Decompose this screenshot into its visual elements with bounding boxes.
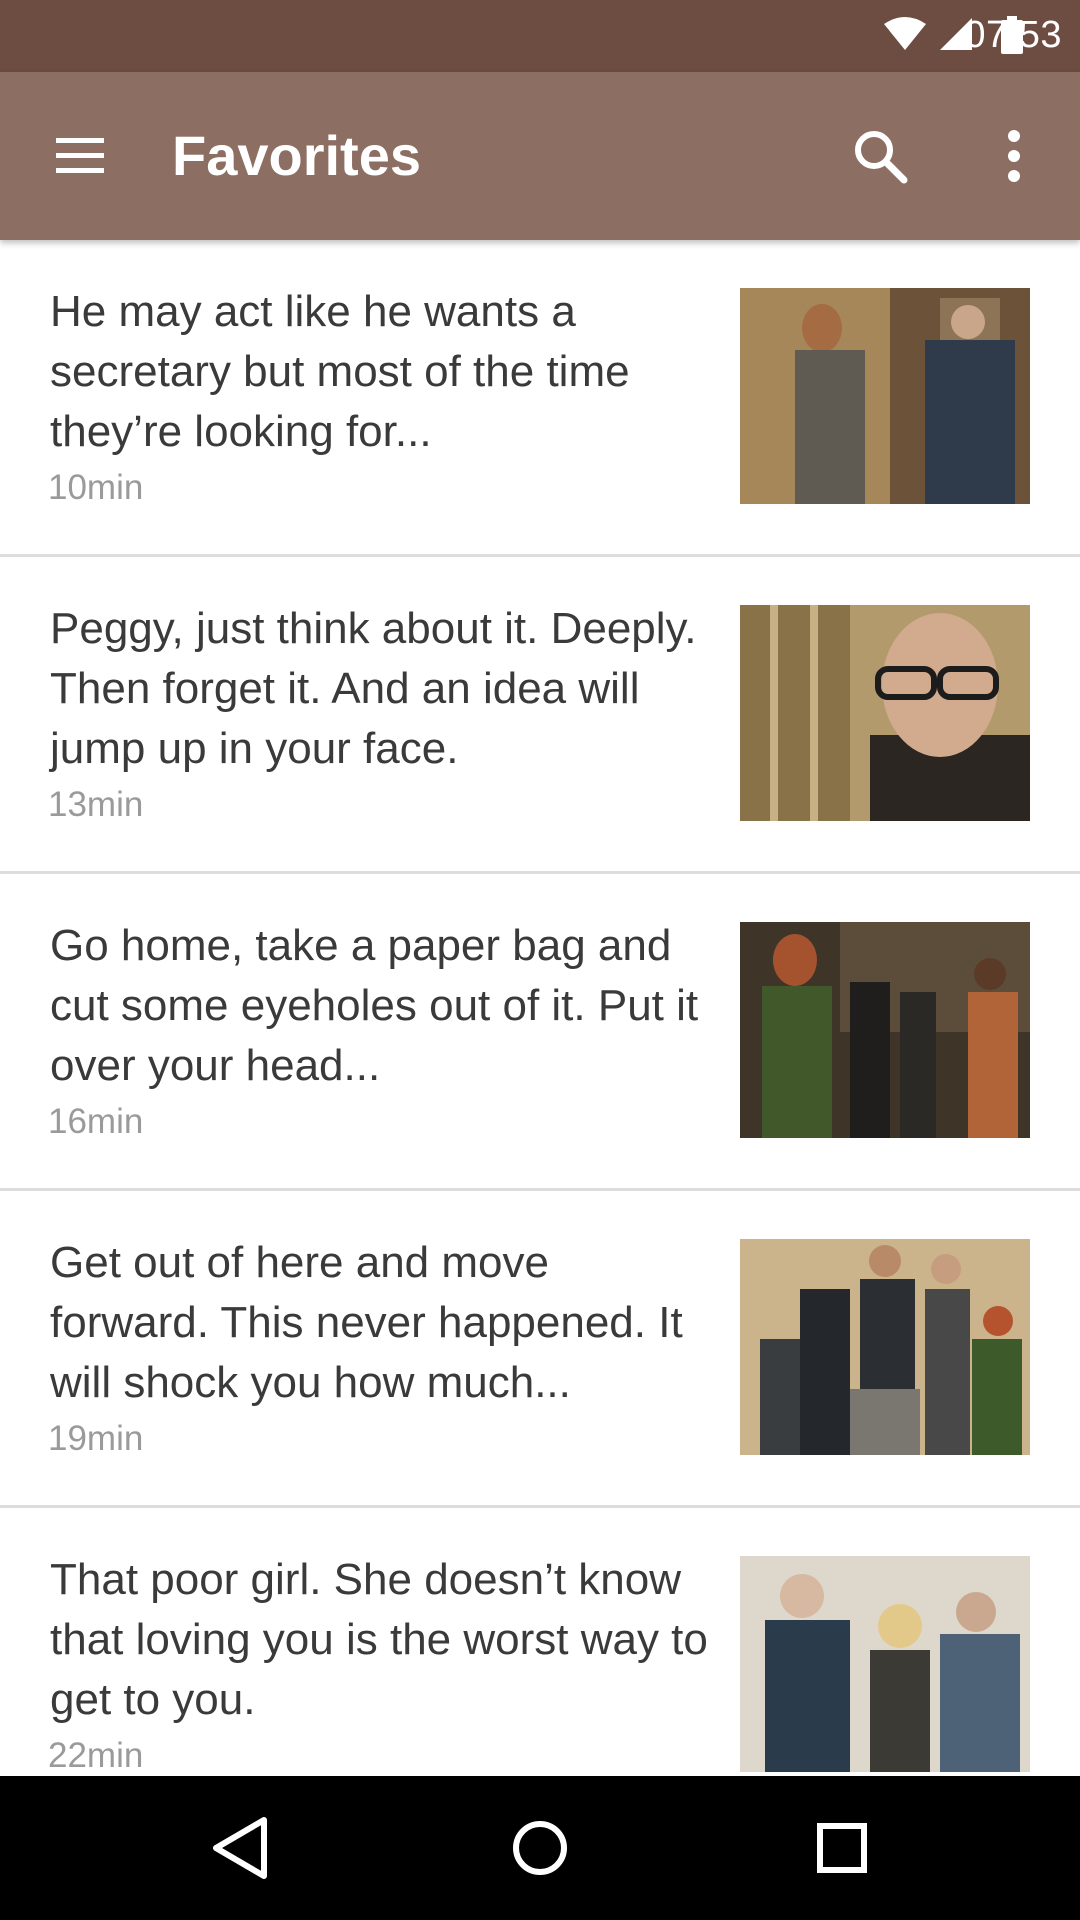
favorites-list: He may act like he wants a secretary but… <box>0 240 1080 1776</box>
item-quote: Go home, take a paper bag and cut some e… <box>50 921 699 1090</box>
search-button[interactable] <box>848 124 912 188</box>
back-button[interactable] <box>204 1812 276 1884</box>
list-item[interactable]: Go home, take a paper bag and cut some e… <box>0 874 1080 1191</box>
list-item[interactable]: He may act like he wants a secretary but… <box>0 240 1080 557</box>
list-item[interactable]: That poor girl. She doesn’t know that lo… <box>0 1508 1080 1776</box>
item-thumbnail <box>740 922 1030 1138</box>
home-button[interactable] <box>504 1812 576 1884</box>
item-quote: Peggy, just think about it. Deeply. Then… <box>50 604 697 773</box>
item-duration: 13min <box>48 785 144 824</box>
status-bar: 07:53 <box>0 0 1080 72</box>
more-options-button[interactable] <box>984 124 1044 188</box>
navigation-bar <box>0 1776 1080 1920</box>
item-thumbnail <box>740 1239 1030 1455</box>
search-icon <box>855 131 908 184</box>
page-title: Favorites <box>172 124 421 187</box>
back-icon <box>213 1817 267 1879</box>
item-duration: 19min <box>48 1419 144 1458</box>
menu-button[interactable] <box>48 124 112 188</box>
item-thumbnail <box>740 1556 1030 1772</box>
hamburger-menu-icon <box>56 138 104 173</box>
wifi-icon <box>884 17 926 50</box>
item-duration: 22min <box>48 1736 144 1775</box>
list-item[interactable]: Peggy, just think about it. Deeply. Then… <box>0 557 1080 874</box>
item-quote: Get out of here and move forward. This n… <box>50 1238 683 1407</box>
item-quote: He may act like he wants a secretary but… <box>50 287 630 456</box>
recents-icon <box>817 1823 867 1873</box>
recents-button[interactable] <box>806 1812 878 1884</box>
item-quote: That poor girl. She doesn’t know that lo… <box>50 1555 708 1724</box>
status-time: 07:53 <box>964 14 1062 56</box>
more-vert-icon <box>1008 130 1020 182</box>
list-item[interactable]: Get out of here and move forward. This n… <box>0 1191 1080 1508</box>
home-icon <box>513 1821 567 1875</box>
item-duration: 10min <box>48 468 144 507</box>
item-thumbnail <box>740 288 1030 504</box>
item-thumbnail <box>740 605 1030 821</box>
app-bar: Favorites <box>0 72 1080 240</box>
item-duration: 16min <box>48 1102 144 1141</box>
